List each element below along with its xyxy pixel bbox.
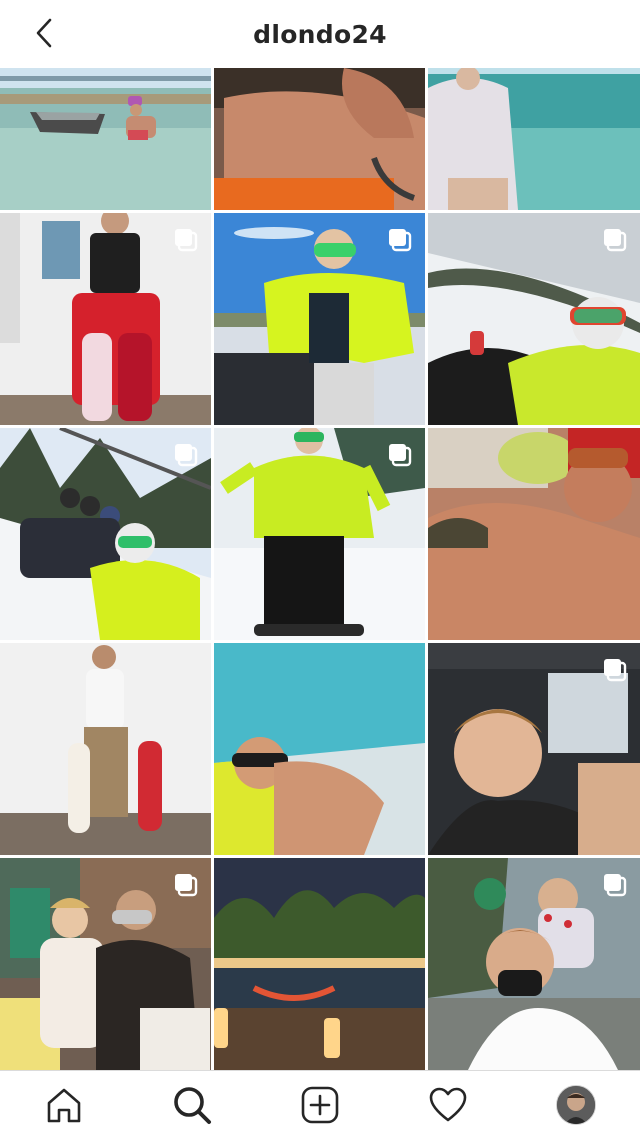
nav-create-button[interactable] xyxy=(296,1081,344,1129)
multiple-posts-icon xyxy=(604,874,627,897)
post-tile[interactable] xyxy=(0,68,211,210)
top-bar: dlondo24 xyxy=(0,0,640,68)
post-tile[interactable] xyxy=(214,858,425,1070)
multiple-posts-icon xyxy=(604,659,627,682)
post-thumbnail xyxy=(428,428,640,640)
search-icon xyxy=(174,1087,211,1124)
post-tile[interactable] xyxy=(214,68,425,210)
post-tile[interactable] xyxy=(214,213,425,425)
post-tile[interactable] xyxy=(0,428,211,640)
post-tile[interactable] xyxy=(428,213,640,425)
multiple-posts-icon xyxy=(389,229,412,252)
post-thumbnail xyxy=(214,643,425,855)
post-thumbnail xyxy=(214,858,425,1070)
post-tile[interactable] xyxy=(214,428,425,640)
bottom-navigation xyxy=(0,1070,640,1139)
profile-username-title: dlondo24 xyxy=(253,19,387,49)
multiple-posts-icon xyxy=(175,444,198,467)
post-tile[interactable] xyxy=(428,68,640,210)
multiple-posts-icon xyxy=(175,874,198,897)
post-thumbnail xyxy=(214,68,425,210)
post-grid xyxy=(0,68,640,1070)
heart-icon xyxy=(429,1087,467,1122)
home-icon xyxy=(47,1088,81,1123)
post-tile[interactable] xyxy=(0,858,211,1070)
back-button[interactable] xyxy=(28,16,62,50)
post-tile[interactable] xyxy=(428,643,640,855)
profile-avatar xyxy=(556,1085,596,1125)
multiple-posts-icon xyxy=(175,229,198,252)
nav-activity-button[interactable] xyxy=(424,1081,472,1129)
nav-search-button[interactable] xyxy=(168,1081,216,1129)
post-tile[interactable] xyxy=(428,858,640,1070)
multiple-posts-icon xyxy=(389,444,412,467)
multiple-posts-icon xyxy=(604,229,627,252)
nav-home-button[interactable] xyxy=(40,1081,88,1129)
post-thumbnail xyxy=(428,68,640,210)
avatar-image xyxy=(557,1086,595,1124)
chevron-left-icon xyxy=(36,18,52,48)
post-thumbnail xyxy=(0,643,211,855)
post-tile[interactable] xyxy=(428,428,640,640)
nav-profile-button[interactable] xyxy=(552,1081,600,1129)
post-tile[interactable] xyxy=(0,213,211,425)
post-thumbnail xyxy=(0,68,211,210)
post-tile[interactable] xyxy=(214,643,425,855)
post-tile[interactable] xyxy=(0,643,211,855)
add-post-icon xyxy=(301,1086,339,1124)
